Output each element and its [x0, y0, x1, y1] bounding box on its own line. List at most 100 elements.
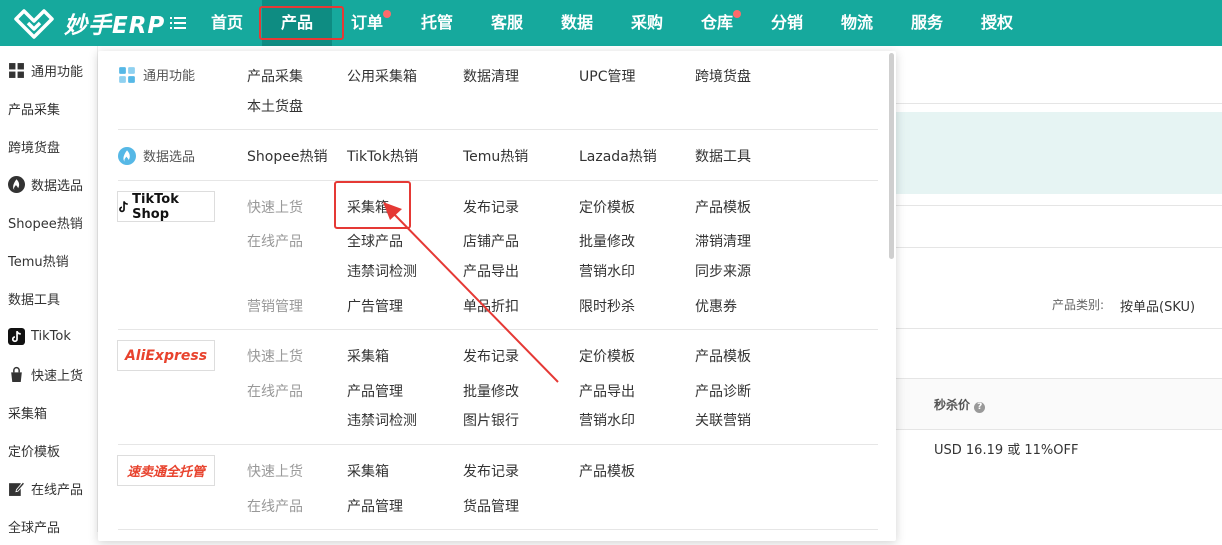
aliexpress-related-marketing[interactable]: 关联营销	[695, 410, 751, 430]
aliexpress-product-template[interactable]: 产品模板	[695, 346, 751, 366]
aliexpress-batch-edit[interactable]: 批量修改	[463, 381, 519, 401]
tiktok-slow-moving-cleanup[interactable]: 滞销清理	[695, 231, 751, 251]
section-label: 数据选品	[143, 150, 196, 165]
tiktok-flash-sale[interactable]: 限时秒杀	[579, 296, 635, 316]
sidebar-item-tiktok[interactable]: TikTok	[0, 317, 98, 355]
tiktok-pricing-template[interactable]: 定价模板	[579, 197, 635, 217]
menu-item-lazada-hot[interactable]: Lazada热销	[579, 146, 657, 166]
nav-warehouse[interactable]: 仓库	[682, 0, 752, 46]
sidebar-item-general[interactable]: 通用功能	[0, 51, 98, 89]
sumaitong-quick-upload-label: 快速上货	[247, 464, 303, 480]
sidebar-item-label: 通用功能	[31, 64, 84, 80]
aliexpress-publish-records[interactable]: 发布记录	[463, 346, 519, 366]
menu-item-tiktok-hot[interactable]: TikTok热销	[347, 146, 418, 166]
tiktok-publish-records[interactable]: 发布记录	[463, 197, 519, 217]
tiktok-ad-manage[interactable]: 广告管理	[347, 296, 403, 316]
menu-item-local-goods[interactable]: 本土货盘	[247, 96, 303, 116]
sidebar-item-label: 数据选品	[31, 178, 84, 194]
menu-divider	[118, 444, 878, 445]
bg-divider	[896, 103, 1222, 104]
nav-purchase[interactable]: 采购	[612, 0, 682, 46]
menu-item-product-collect[interactable]: 产品采集	[247, 66, 303, 86]
app-logo[interactable]: 妙手ERP	[14, 6, 165, 40]
apps-icon	[119, 66, 135, 83]
tiktok-store-products[interactable]: 店铺产品	[463, 231, 519, 251]
sidebar-item-online-products[interactable]: 在线产品	[0, 469, 98, 507]
aliexpress-marketing-watermark[interactable]: 营销水印	[579, 410, 635, 430]
tiktok-online-products-label: 在线产品	[247, 234, 303, 250]
nav-distribution[interactable]: 分销	[752, 0, 822, 46]
tiktok-shop-logo: TikTok Shop	[117, 191, 215, 222]
menu-item-shopee-hot[interactable]: Shopee热销	[247, 146, 327, 166]
sumaitong-logo: 速卖通全托管	[117, 455, 215, 486]
menu-section-general: 通用功能	[118, 65, 195, 84]
menu-scrollbar[interactable]	[889, 53, 894, 259]
aliexpress-product-export[interactable]: 产品导出	[579, 381, 635, 401]
sidebar-item-quick-upload[interactable]: 快速上货	[0, 355, 98, 393]
sumaitong-goods-manage[interactable]: 货品管理	[463, 496, 519, 516]
menu-item-data-cleanup[interactable]: 数据清理	[463, 66, 519, 86]
sidebar-item-data-tools[interactable]: 数据工具	[0, 279, 98, 317]
collect-box-highlight	[334, 181, 411, 229]
product-type-value[interactable]: 按单品(SKU)	[1120, 296, 1195, 315]
tiktok-product-template[interactable]: 产品模板	[695, 197, 751, 217]
brand-name: TikTok Shop	[132, 191, 179, 222]
nav-authorization[interactable]: 授权	[962, 0, 1032, 46]
aliexpress-image-bank[interactable]: 图片银行	[463, 410, 519, 430]
sidebar-item-collect-box[interactable]: 采集箱	[0, 393, 98, 431]
nav-hosting[interactable]: 托管	[402, 0, 472, 46]
edit-icon	[9, 480, 25, 496]
help-icon[interactable]: ?	[974, 402, 986, 413]
sumaitong-publish-records[interactable]: 发布记录	[463, 461, 519, 481]
flame-icon	[8, 175, 25, 193]
brand-name: AliExpress	[124, 347, 208, 364]
menu-item-public-collect-box[interactable]: 公用采集箱	[347, 66, 417, 86]
bg-divider	[896, 328, 1222, 329]
tiktok-global-products[interactable]: 全球产品	[347, 231, 403, 251]
nav-home[interactable]: 首页	[192, 0, 262, 46]
sumaitong-collect-box[interactable]: 采集箱	[347, 461, 389, 481]
nav-logistics[interactable]: 物流	[822, 0, 892, 46]
tiktok-marketing-watermark[interactable]: 营销水印	[579, 261, 635, 281]
flash-price-header: 秒杀价 ?	[934, 396, 986, 413]
section-label: 通用功能	[143, 69, 196, 84]
tiktok-coupon[interactable]: 优惠券	[695, 296, 737, 316]
nav-customer-service[interactable]: 客服	[472, 0, 542, 46]
aliexpress-banned-word-check[interactable]: 违禁词检测	[347, 410, 417, 430]
tiktok-quick-upload-label: 快速上货	[247, 200, 303, 216]
menu-item-upc-manage[interactable]: UPC管理	[579, 66, 635, 86]
flash-price-value: USD 16.19 或 11%OFF	[934, 443, 1079, 458]
sidebar-item-pricing-template[interactable]: 定价模板	[0, 431, 98, 469]
flame-icon	[118, 146, 136, 165]
sidebar-item-cross-border[interactable]: 跨境货盘	[0, 127, 98, 165]
nav-data[interactable]: 数据	[542, 0, 612, 46]
sidebar-item-temu[interactable]: Temu热销	[0, 241, 98, 279]
aliexpress-product-diagnosis[interactable]: 产品诊断	[695, 381, 751, 401]
aliexpress-pricing-template[interactable]: 定价模板	[579, 346, 635, 366]
menu-item-temu-hot[interactable]: Temu热销	[463, 146, 528, 166]
tiktok-batch-edit[interactable]: 批量修改	[579, 231, 635, 251]
sidebar-item-data-selection[interactable]: 数据选品	[0, 165, 98, 203]
sidebar-item-label: TikTok	[31, 328, 71, 344]
sidebar-item-product-collect[interactable]: 产品采集	[0, 89, 98, 127]
top-navbar: 妙手ERP 首页 产品 订单 托管 客服 数据 采购 仓库 分销 物流 服务 授…	[0, 0, 1222, 46]
aliexpress-product-manage[interactable]: 产品管理	[347, 381, 403, 401]
tiktok-banned-word-check[interactable]: 违禁词检测	[347, 261, 417, 281]
aliexpress-collect-box[interactable]: 采集箱	[347, 346, 389, 366]
sumaitong-online-products-label: 在线产品	[247, 499, 303, 515]
sumaitong-product-template[interactable]: 产品模板	[579, 461, 635, 481]
tiktok-item-discount[interactable]: 单品折扣	[463, 296, 519, 316]
menu-item-cross-border-goods[interactable]: 跨境货盘	[695, 66, 751, 86]
sumaitong-product-manage[interactable]: 产品管理	[347, 496, 403, 516]
warehouse-notification-dot	[733, 10, 741, 18]
sidebar-item-shopee[interactable]: Shopee热销	[0, 203, 98, 241]
sidebar-item-label: 快速上货	[31, 368, 84, 384]
nav-services[interactable]: 服务	[892, 0, 962, 46]
menu-item-data-tools[interactable]: 数据工具	[695, 146, 751, 166]
tiktok-product-export[interactable]: 产品导出	[463, 261, 519, 281]
order-notification-dot	[383, 10, 391, 18]
sidebar-item-global-products[interactable]: 全球产品	[0, 507, 98, 545]
bg-divider	[896, 205, 1222, 206]
menu-toggle-icon[interactable]	[170, 14, 186, 32]
tiktok-sync-source[interactable]: 同步来源	[695, 261, 751, 281]
